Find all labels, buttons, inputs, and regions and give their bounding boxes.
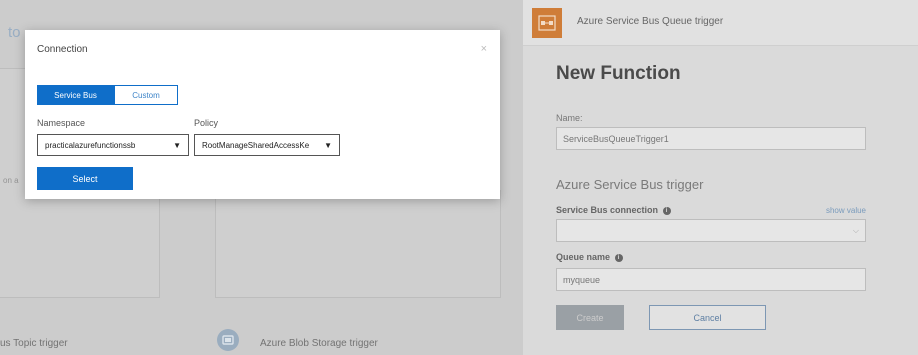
section-title: Azure Service Bus trigger xyxy=(556,177,704,192)
connection-dialog: Connection × Service Bus Custom Namespac… xyxy=(25,30,500,199)
panel-header-title: Azure Service Bus Queue trigger xyxy=(577,16,724,27)
new-function-panel: Azure Service Bus Queue trigger New Func… xyxy=(523,0,918,355)
queue-name-field[interactable]: myqueue xyxy=(556,268,866,291)
name-value: ServiceBusQueueTrigger1 xyxy=(563,133,669,144)
namespace-select[interactable]: practicalazurefunctionssb ▼ xyxy=(37,134,189,156)
dialog-title: Connection xyxy=(37,44,88,55)
panel-header: Azure Service Bus Queue trigger xyxy=(523,0,918,46)
dropdown-arrow-icon: ▼ xyxy=(173,140,181,150)
connection-label-text: Service Bus connection xyxy=(556,205,659,215)
queue-name-value: myqueue xyxy=(563,274,601,285)
queue-name-label-text: Queue name xyxy=(556,252,611,262)
select-button[interactable]: Select xyxy=(37,167,133,190)
tab-custom[interactable]: Custom xyxy=(114,85,178,105)
info-icon[interactable]: i xyxy=(662,206,671,215)
name-field[interactable]: ServiceBusQueueTrigger1 xyxy=(556,127,866,150)
create-button[interactable]: Create xyxy=(556,305,624,330)
dropdown-arrow-icon: ▼ xyxy=(324,140,332,150)
service-bus-queue-icon xyxy=(532,8,562,38)
cancel-button[interactable]: Cancel xyxy=(649,305,766,330)
chevron-down-icon: ⌵ xyxy=(852,225,859,235)
info-icon[interactable]: i xyxy=(614,253,623,262)
connection-label: Service Bus connection i xyxy=(556,205,671,215)
tab-service-bus[interactable]: Service Bus xyxy=(37,85,114,105)
connection-select[interactable]: ⌵ xyxy=(556,219,866,242)
queue-name-label: Queue name i xyxy=(556,252,623,262)
policy-label: Policy xyxy=(194,118,219,128)
show-value-link[interactable]: show value xyxy=(826,206,866,215)
page-title: New Function xyxy=(556,63,681,84)
close-icon[interactable]: × xyxy=(481,43,487,55)
namespace-label: Namespace xyxy=(37,118,86,128)
namespace-value: practicalazurefunctionssb xyxy=(45,140,136,150)
name-label: Name: xyxy=(556,113,583,123)
connection-type-toggle: Service Bus Custom xyxy=(37,85,178,105)
policy-value: RootManageSharedAccessKe xyxy=(202,140,310,150)
policy-select[interactable]: RootManageSharedAccessKe ▼ xyxy=(194,134,340,156)
